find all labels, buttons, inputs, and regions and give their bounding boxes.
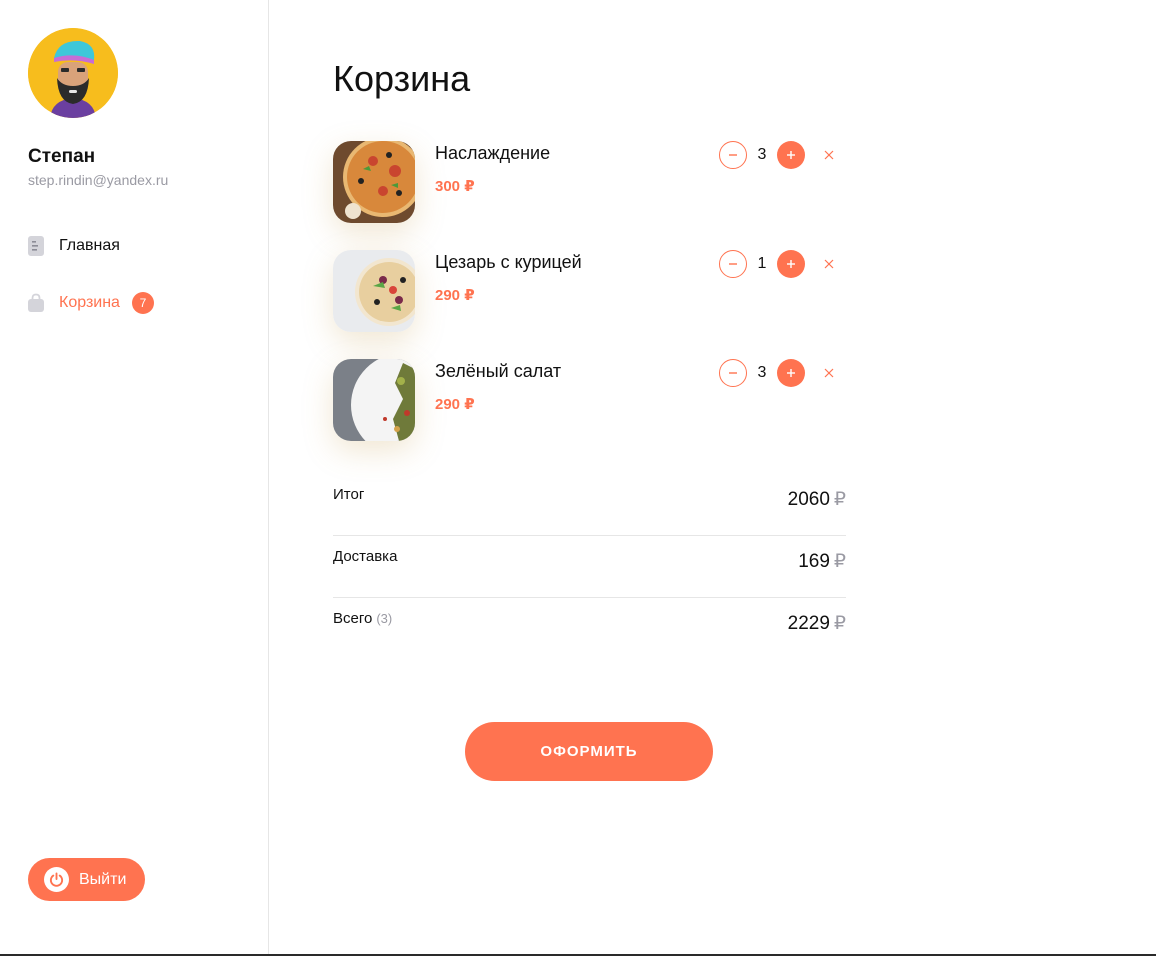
summary-subtotal-row: Итог 2060 ₽ <box>333 473 846 536</box>
plus-icon <box>787 260 795 268</box>
currency-sign: ₽ <box>833 613 846 634</box>
nav-item-cart[interactable]: Корзина 7 <box>28 292 154 314</box>
close-icon <box>824 368 834 378</box>
minus-icon <box>729 154 737 156</box>
green-salad-photo <box>333 359 415 441</box>
currency-sign: ₽ <box>833 489 846 510</box>
sidebar: Степан step.rindin@yandex.ru Главная Кор… <box>0 0 269 954</box>
remove-item-button[interactable] <box>821 365 837 381</box>
nav-cart-label: Корзина <box>59 294 120 311</box>
delivery-label: Доставка <box>333 548 398 565</box>
close-icon <box>824 150 834 160</box>
logout-button[interactable]: Выйти <box>28 858 145 901</box>
power-icon <box>44 867 69 892</box>
total-value: 2229 ₽ <box>788 612 846 635</box>
close-icon <box>824 259 834 269</box>
quantity-value: 3 <box>757 364 767 381</box>
remove-item-button[interactable] <box>821 147 837 163</box>
quantity-value: 3 <box>757 146 767 163</box>
nav-item-home[interactable]: Главная <box>28 235 120 257</box>
item-price: 290 ₽ <box>435 287 475 304</box>
delivery-value: 169 ₽ <box>798 550 846 573</box>
cart-item: Цезарь с курицей 290 ₽ 1 <box>333 250 848 332</box>
cart-count-badge: 7 <box>131 292 154 314</box>
logout-label: Выйти <box>79 870 127 888</box>
delivery-amount: 169 <box>798 551 830 572</box>
minus-icon <box>729 263 737 265</box>
increase-quantity-button[interactable] <box>777 250 805 278</box>
plus-icon <box>787 369 795 377</box>
currency-sign: ₽ <box>833 551 846 572</box>
plus-icon <box>787 151 795 159</box>
total-item-count: (3) <box>376 611 393 626</box>
increase-quantity-button[interactable] <box>777 141 805 169</box>
avatar[interactable] <box>28 28 118 118</box>
total-label: Всего <box>333 610 373 627</box>
nav-home-label: Главная <box>59 237 120 254</box>
decrease-quantity-button[interactable] <box>719 359 747 387</box>
item-price: 300 ₽ <box>435 178 475 195</box>
item-name: Цезарь с курицей <box>435 252 582 272</box>
summary-delivery-row: Доставка 169 ₽ <box>333 535 846 598</box>
item-name: Наслаждение <box>435 143 551 163</box>
shopping-bag-icon <box>28 293 44 313</box>
user-email: step.rindin@yandex.ru <box>28 172 169 188</box>
remove-item-button[interactable] <box>821 256 837 272</box>
pizza-photo <box>333 141 415 223</box>
item-name: Зелёный салат <box>435 361 562 381</box>
subtotal-label: Итог <box>333 486 365 503</box>
item-price: 290 ₽ <box>435 396 475 413</box>
caesar-pizza-photo <box>333 250 415 332</box>
summary-total-row: Всего (3) 2229 ₽ <box>333 597 846 659</box>
minus-icon <box>729 372 737 374</box>
total-amount: 2229 <box>787 613 830 634</box>
cart-item: Наслаждение 300 ₽ 3 <box>333 141 848 223</box>
quantity-value: 1 <box>757 255 767 272</box>
user-name: Степан <box>28 146 96 167</box>
total-label-group: Всего (3) <box>333 610 392 627</box>
checkout-button[interactable]: ОФОРМИТЬ <box>465 722 713 781</box>
cart-item: Зелёный салат 290 ₽ 3 <box>333 359 848 441</box>
subtotal-amount: 2060 <box>787 489 830 510</box>
subtotal-value: 2060 ₽ <box>788 488 846 511</box>
page-title: Корзина <box>333 58 471 99</box>
document-icon <box>28 236 44 256</box>
decrease-quantity-button[interactable] <box>719 250 747 278</box>
increase-quantity-button[interactable] <box>777 359 805 387</box>
decrease-quantity-button[interactable] <box>719 141 747 169</box>
